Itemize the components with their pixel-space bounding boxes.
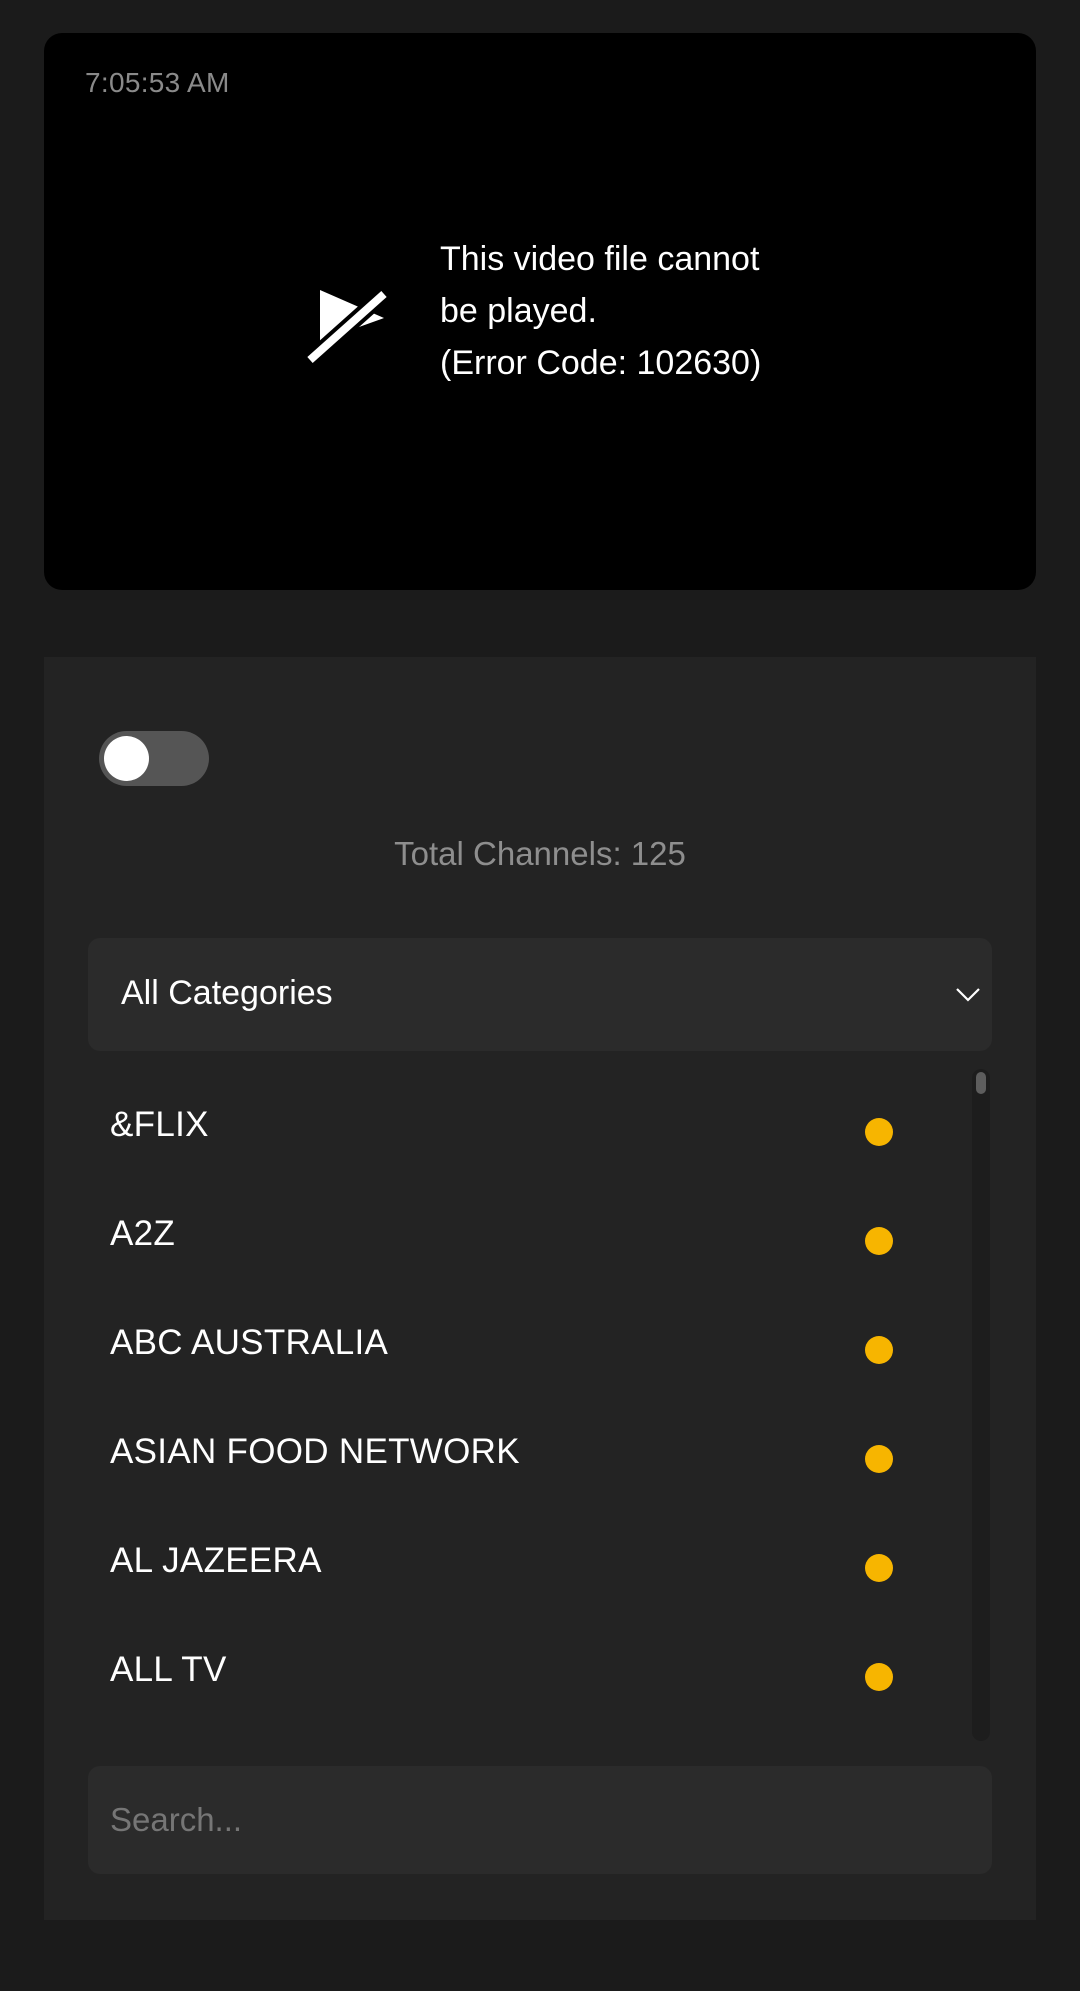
channel-name: ABC AUSTRALIA (110, 1323, 389, 1362)
category-select[interactable]: All Categories (88, 938, 992, 1051)
scrollbar[interactable] (972, 1069, 990, 1741)
channel-list[interactable]: &FLIX A2Z ABC AUSTRALIA ASIAN FOOD NETWO… (88, 1069, 992, 1741)
toggle-switch[interactable] (99, 731, 209, 786)
channel-item[interactable]: AL JAZEERA (88, 1505, 968, 1614)
channel-item[interactable]: ASIAN FOOD NETWORK (88, 1396, 968, 1505)
channel-name: &FLIX (110, 1105, 209, 1144)
clock: 7:05:53 AM (85, 67, 230, 98)
status-dot (865, 1554, 893, 1582)
chevron-down-icon (956, 988, 980, 1002)
search-input[interactable] (88, 1766, 992, 1874)
status-dot (865, 1336, 893, 1364)
channel-name: A2Z (110, 1214, 176, 1253)
error-message: This video file cannot be played. (Error… (440, 233, 880, 389)
video-off-icon (304, 288, 390, 366)
channel-item[interactable]: &FLIX (88, 1069, 968, 1178)
channel-panel: Total Channels: 125 All Categories &FLIX… (44, 657, 1036, 1920)
channel-item[interactable]: ALL TV (88, 1614, 968, 1723)
error-line: This video file cannot (440, 240, 760, 278)
category-selected-value: All Categories (121, 974, 333, 1012)
channel-name: ALL TV (110, 1650, 227, 1689)
video-player[interactable]: 7:05:53 AM This video file cannot be pla… (44, 33, 1036, 590)
total-channels: Total Channels: 125 (394, 835, 686, 872)
channel-item[interactable]: A2Z (88, 1178, 968, 1287)
scrollbar-thumb[interactable] (976, 1072, 986, 1094)
status-dot (865, 1663, 893, 1691)
channel-item[interactable]: ABC AUSTRALIA (88, 1287, 968, 1396)
status-dot (865, 1445, 893, 1473)
error-line: be played. (440, 292, 597, 330)
status-dot (865, 1227, 893, 1255)
channel-name: ASIAN FOOD NETWORK (110, 1432, 520, 1471)
status-dot (865, 1118, 893, 1146)
error-code: (Error Code: 102630) (440, 344, 762, 382)
toggle-knob (104, 736, 149, 781)
channel-name: AL JAZEERA (110, 1541, 322, 1580)
